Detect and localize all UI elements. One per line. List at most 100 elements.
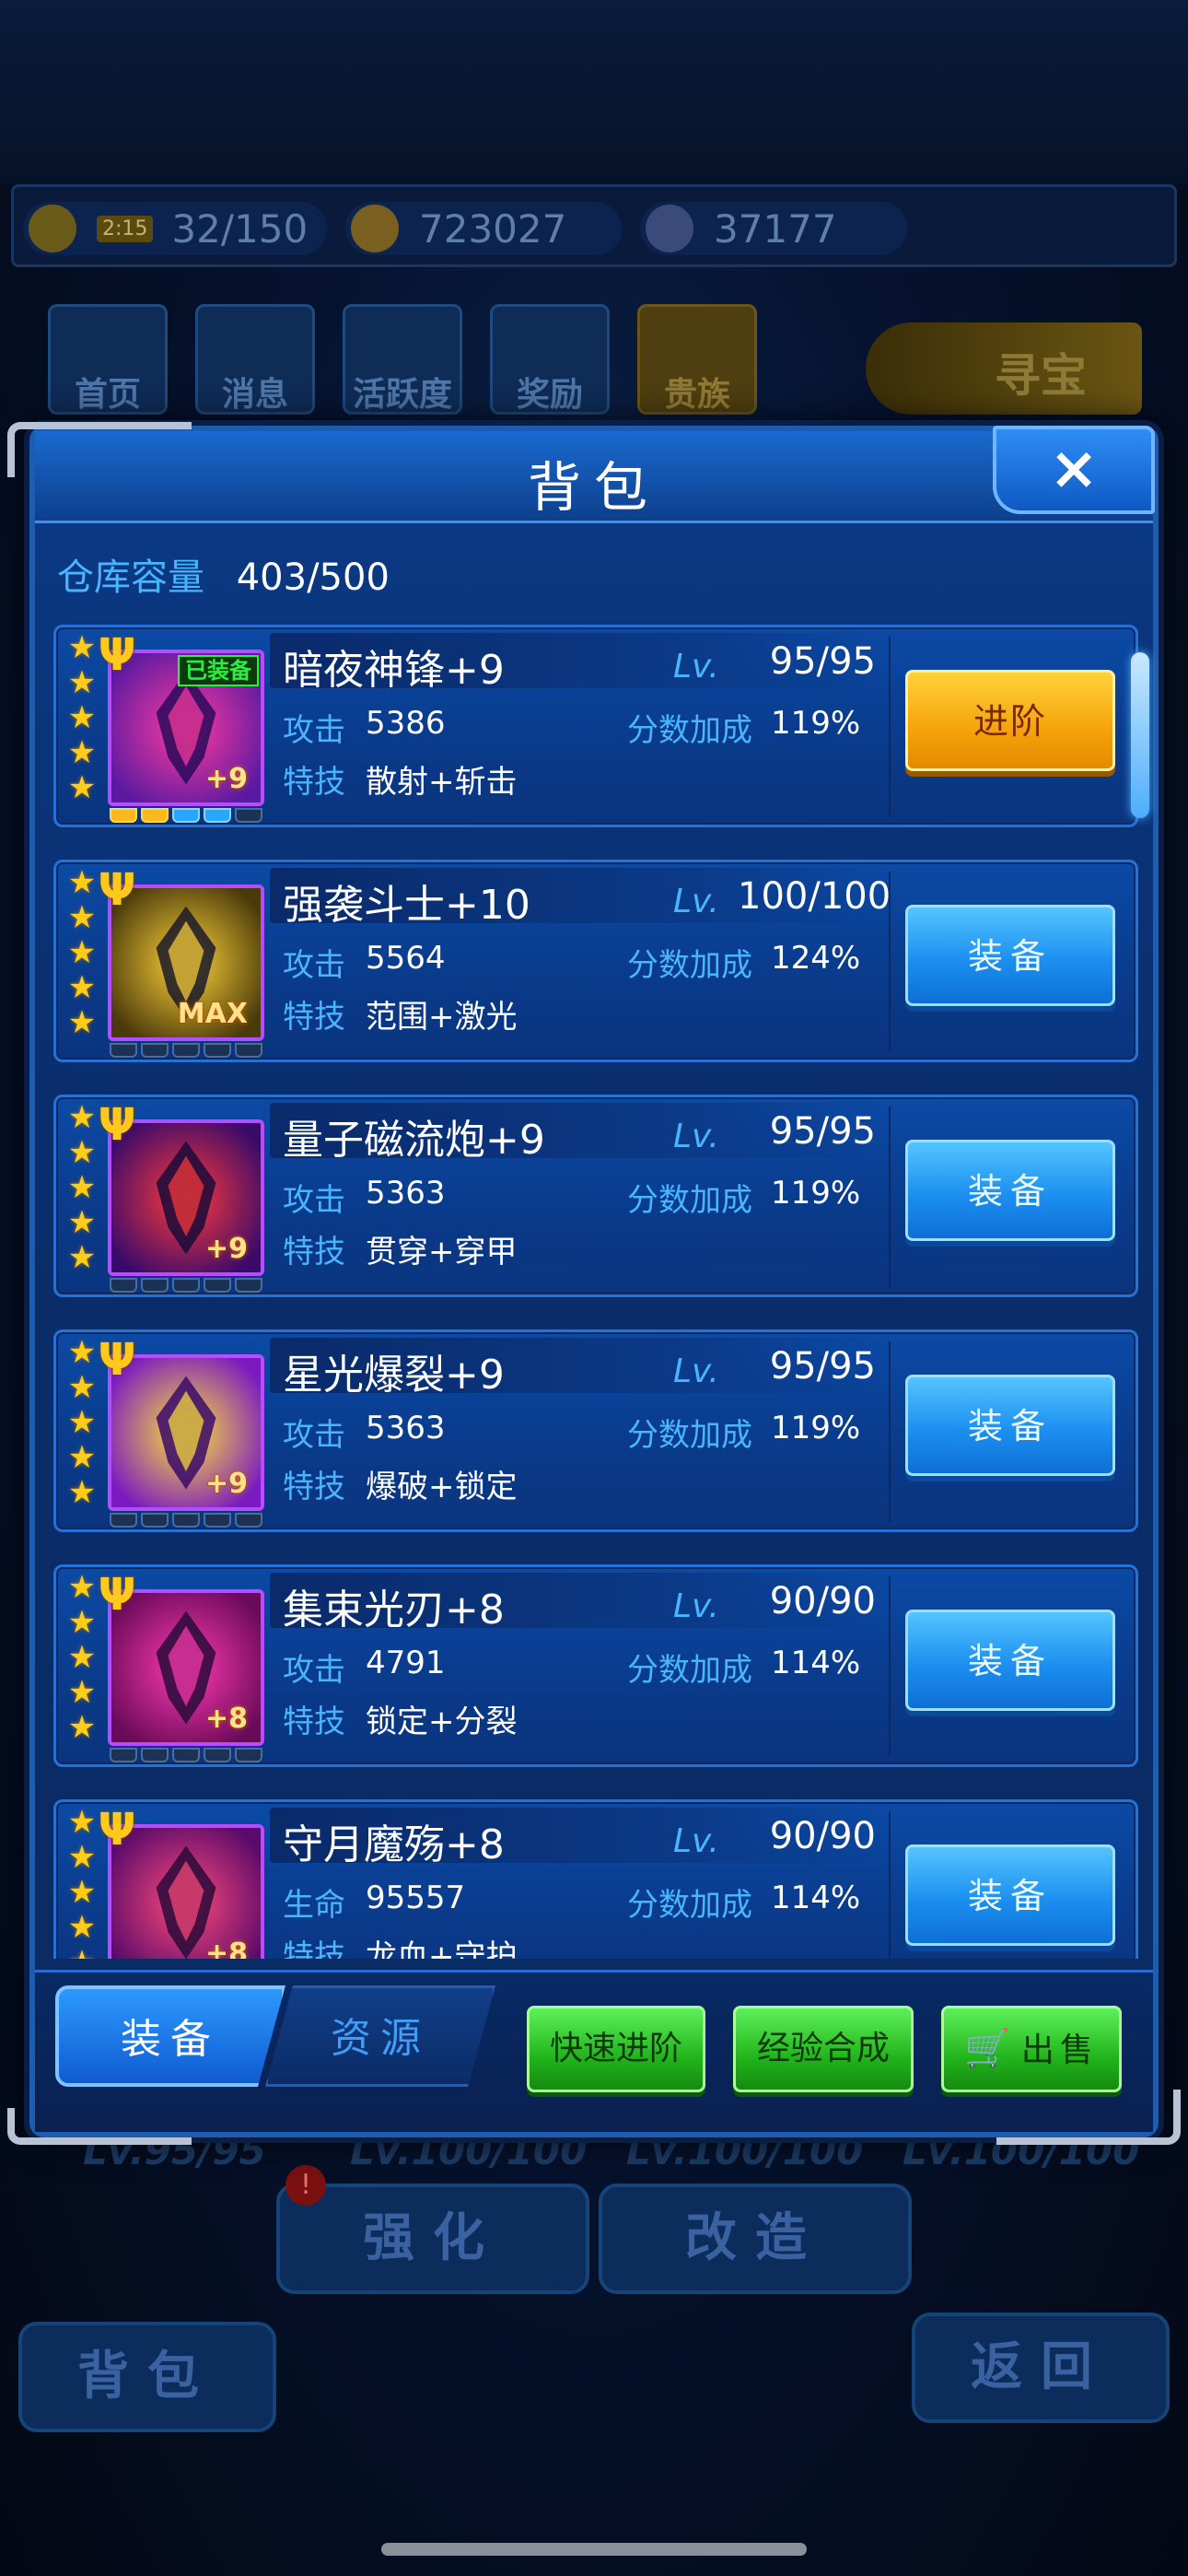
stat-label: 生命	[283, 1887, 345, 1924]
skill-value: 贯穿+穿甲	[366, 1234, 518, 1270]
tab-resources[interactable]: 资源	[265, 1985, 495, 2087]
nav-messages[interactable]: 消息	[195, 304, 315, 415]
grade-pip	[204, 1278, 231, 1293]
nav-vip[interactable]: 贵族	[637, 304, 757, 415]
bag-button[interactable]: 背包	[18, 2322, 276, 2432]
bonus-value: 114%	[771, 1645, 861, 1681]
star-icon: ★	[67, 1404, 97, 1441]
item-card[interactable]: ★ ★ ★ ★ ★ +9 Ψ 量子磁流炮+9 Lv. 95/95 攻击 5363 分数加成 119% 特技贯…	[53, 1095, 1138, 1297]
treasure-button[interactable]: 寻宝	[866, 322, 1142, 415]
item-card[interactable]: ★ ★ ★ ★ ★ +8 Ψ 集束光刃+8 Lv. 90/90 攻击 4791 分数加成 114% 特技 锁定…	[53, 1564, 1138, 1767]
equip-button[interactable]: 装备	[905, 1375, 1115, 1476]
item-card[interactable]: ★ ★ ★ ★ ★ MAX Ψ 强袭斗士+10 Lv. 100/100 攻击 5564 分数加成 124%…	[53, 860, 1138, 1062]
equip-button[interactable]: 装备	[905, 1140, 1115, 1241]
grade-pip	[141, 1513, 169, 1528]
grade-pip	[235, 808, 262, 823]
energy-value: 32/150	[171, 205, 309, 252]
modify-button[interactable]: 改造	[599, 2184, 912, 2294]
exp-merge-button[interactable]: 经验合成	[733, 2006, 914, 2092]
card-divider	[889, 872, 891, 1052]
grade-pips	[108, 1278, 264, 1293]
grade-pip	[141, 1748, 169, 1762]
enhance-level-tag: +8	[204, 1703, 248, 1735]
stat-value: 5363	[366, 1175, 446, 1212]
bonus-label: 分数加成	[627, 1417, 752, 1454]
skill-value: 散射+斩击	[366, 764, 518, 801]
grade-pip	[110, 1513, 137, 1528]
bonus-value: 124%	[771, 940, 861, 977]
grade-pips	[108, 808, 264, 823]
bonus-label: 分数加成	[627, 1652, 752, 1689]
backpack-modal: 背包 × 仓库容量 403/500 ★ ★ ★ ★ ★ 已装备 +9 Ψ 暗夜神锋+9 Lv. 95…	[7, 422, 1181, 2145]
stat-label: 攻击	[283, 1417, 345, 1454]
level-label: Lv.	[673, 1118, 719, 1155]
bonus-label: 分数加成	[627, 712, 752, 749]
enhance-level-tag: MAX	[177, 998, 248, 1030]
scrollbar-thumb[interactable]	[1131, 652, 1149, 818]
close-button[interactable]: ×	[993, 426, 1155, 514]
grade-pip	[110, 1748, 137, 1762]
bonus-value: 119%	[771, 1175, 861, 1212]
skill-label: 特技	[283, 1938, 345, 1959]
level-value: 100/100	[738, 875, 891, 918]
bonus-label: 分数加成	[627, 947, 752, 984]
equip-button[interactable]: 装备	[905, 1610, 1115, 1711]
level-label: Lv.	[673, 648, 719, 685]
quick-advance-button[interactable]: 快速进阶	[527, 2006, 705, 2092]
item-name: 守月魔殇+8	[283, 1821, 505, 1868]
level-value: 95/95	[769, 1110, 876, 1153]
bonus-label: 分数加成	[627, 1887, 752, 1924]
grade-pips	[108, 1748, 264, 1762]
stat-value: 4791	[366, 1645, 446, 1681]
nav-home[interactable]: 首页	[48, 304, 168, 415]
bonus-label: 分数加成	[627, 1182, 752, 1219]
grade-pip	[235, 1513, 262, 1528]
gem-resource[interactable]: 37177	[640, 202, 907, 255]
item-card[interactable]: ★ ★ ★ ★ ★ +9 Ψ 星光爆裂+9 Lv. 95/95 攻击 5363 分数加成 119% 特技 爆破…	[53, 1329, 1138, 1532]
coin-resource[interactable]: 723027	[345, 202, 622, 255]
grade-pip	[235, 1748, 262, 1762]
skill-label: 特技	[283, 1469, 345, 1505]
nav-rewards[interactable]: 奖励	[490, 304, 610, 415]
rank-trident-icon: Ψ	[98, 864, 136, 916]
grade-pip	[172, 1513, 200, 1528]
stat-value: 95557	[366, 1879, 466, 1916]
coin-icon	[351, 205, 399, 252]
stat-label: 攻击	[283, 712, 345, 749]
card-divider	[889, 1341, 891, 1522]
stat-label: 攻击	[283, 1182, 345, 1219]
star-icon: ★	[67, 1204, 97, 1241]
background-header	[0, 0, 1188, 184]
tab-equipment[interactable]: 装备	[55, 1985, 285, 2087]
energy-resource[interactable]: 2:15 32/150	[23, 202, 327, 255]
bonus-value: 114%	[771, 1879, 861, 1916]
grade-pip	[172, 1748, 200, 1762]
enhance-level-tag: +9	[204, 1468, 248, 1500]
skill-label: 特技	[283, 999, 345, 1036]
home-indicator	[381, 2543, 807, 2556]
strengthen-button[interactable]: 强化	[276, 2184, 589, 2294]
equip-button[interactable]: 装备	[905, 905, 1115, 1006]
rank-trident-icon: Ψ	[98, 1804, 136, 1856]
stat-value: 5386	[366, 705, 446, 742]
skill-label: 特技	[283, 1234, 345, 1270]
card-divider	[889, 1811, 891, 1959]
energy-timer: 2:15	[97, 215, 154, 242]
close-icon: ×	[1049, 435, 1099, 503]
item-list[interactable]: ★ ★ ★ ★ ★ 已装备 +9 Ψ 暗夜神锋+9 Lv. 95/95 攻击 5386 分数加成 119% 特…	[53, 625, 1140, 1959]
star-icon: ★	[67, 1709, 97, 1746]
equip-button[interactable]: 装备	[905, 1844, 1115, 1946]
enhance-level-tag: +9	[204, 1233, 248, 1265]
coin-value: 723027	[419, 205, 567, 252]
sell-button[interactable]: 🛒 出售	[941, 2006, 1122, 2092]
grade-pip	[141, 808, 169, 823]
star-icon: ★	[67, 1169, 97, 1206]
stat-value: 5363	[366, 1410, 446, 1446]
item-card[interactable]: ★★★★★+8Ψ守月魔殇+8Lv.90/90生命95557分数加成114%特技龙…	[53, 1799, 1138, 1959]
capacity-label: 仓库容量	[57, 556, 204, 599]
nav-activity[interactable]: 活跃度	[343, 304, 462, 415]
item-card[interactable]: ★ ★ ★ ★ ★ 已装备 +9 Ψ 暗夜神锋+9 Lv. 95/95 攻击 5386 分数加成 119% 特…	[53, 625, 1138, 827]
back-button[interactable]: 返回	[912, 2313, 1170, 2423]
advance-button[interactable]: 进阶	[905, 670, 1115, 771]
rank-trident-icon: Ψ	[98, 1099, 136, 1151]
